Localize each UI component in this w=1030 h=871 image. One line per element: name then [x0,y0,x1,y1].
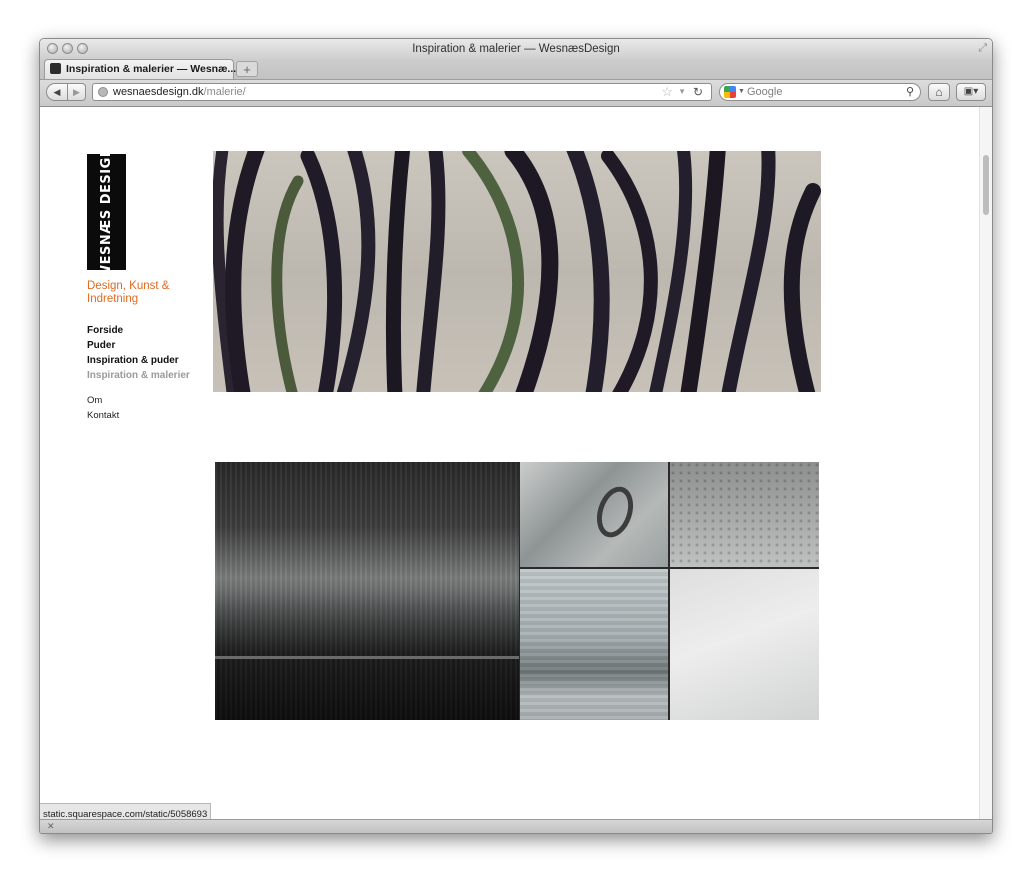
new-tab-button[interactable]: + [236,61,258,77]
tab-title: Inspiration & malerier — Wesnæ... [66,63,237,75]
painting-dark-large [215,462,519,720]
nav-item-om[interactable]: Om [87,393,119,408]
search-icon[interactable]: ⚲ [906,84,914,100]
secondary-navigation: Om Kontakt [87,393,119,423]
painting-texture [670,462,819,567]
main-navigation: Forside Puder Inspiration & puder Inspir… [87,323,190,383]
painting-grey-streaks [520,569,668,720]
vertical-scrollbar[interactable] [979,107,992,819]
status-bar: static.squarespace.com/static/5058693 [40,803,212,820]
beans-illustration [213,151,821,392]
nav-item-inspiration-puder[interactable]: Inspiration & puder [87,353,190,368]
minimize-icon[interactable] [62,43,73,54]
beans-photo[interactable] [213,151,821,392]
forward-button[interactable]: ▶ [68,83,86,101]
google-icon[interactable] [724,86,736,98]
zoom-icon[interactable] [77,43,88,54]
nav-item-forside[interactable]: Forside [87,323,190,338]
home-icon: ⌂ [935,85,943,99]
painting-ring-mark [590,482,640,542]
bookmark-star-icon[interactable]: ☆ [661,84,673,100]
painting-ring [520,462,668,567]
tab-bar: Inspiration & malerier — Wesnæ... + [40,59,992,80]
home-button[interactable]: ⌂ [928,83,950,101]
painting-light [670,569,819,720]
page-content: WESNÆS DESIGN Design, Kunst & Indretning… [40,107,978,819]
close-icon[interactable] [47,43,58,54]
site-logo[interactable]: WESNÆS DESIGN [87,145,126,279]
url-domain: wesnaesdesign.dk [113,86,204,98]
site-tagline: Design, Kunst & Indretning [87,280,170,305]
nav-item-inspiration-malerier[interactable]: Inspiration & malerier [87,368,190,383]
engine-dropdown-icon[interactable]: ▼ [738,84,745,100]
close-addon-bar-icon[interactable]: ✕ [47,820,55,833]
bookmarks-button[interactable]: ▣▾ [956,83,986,101]
history-dropdown-icon[interactable]: ▼ [678,84,686,100]
tab-favicon-icon [50,63,61,74]
nav-item-puder[interactable]: Puder [87,338,190,353]
url-text[interactable]: wesnaesdesign.dk/malerie/ [113,84,246,100]
navigation-toolbar: ◀ ▶ wesnaesdesign.dk/malerie/ ☆ ▼ ↻ ▼ Go… [40,80,992,107]
paintings-photo[interactable] [215,462,819,720]
scrollbar-thumb[interactable] [983,155,989,215]
bookmarks-icon: ▣▾ [963,86,979,97]
address-bar[interactable]: wesnaesdesign.dk/malerie/ ☆ ▼ ↻ [92,83,712,101]
fullscreen-icon[interactable]: ⤢ [978,42,987,55]
url-path: /malerie/ [203,86,246,98]
search-bar[interactable]: ▼ Google ⚲ [719,83,921,101]
painting-stripe [215,656,519,659]
search-placeholder: Google [747,86,783,98]
reload-icon[interactable]: ↻ [693,84,703,100]
title-bar: Inspiration & malerier — WesnæsDesign ⤢ [40,39,992,59]
window-title: Inspiration & malerier — WesnæsDesign [412,43,620,55]
back-button[interactable]: ◀ [46,83,68,101]
browser-window: Inspiration & malerier — WesnæsDesign ⤢ … [39,38,993,834]
tab-active[interactable]: Inspiration & malerier — Wesnæ... [44,59,237,79]
logo-text: WESNÆS DESIGN [99,145,115,279]
nav-item-kontakt[interactable]: Kontakt [87,408,119,423]
site-identity-icon[interactable] [98,87,108,97]
addon-bar: ✕ [40,819,992,833]
